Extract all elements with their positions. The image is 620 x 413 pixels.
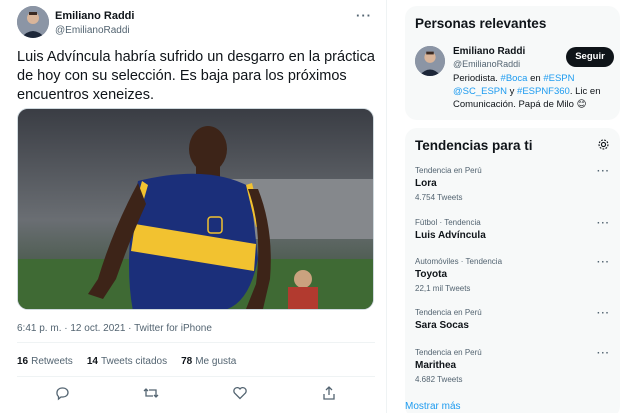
trend-name: Marithea	[415, 360, 457, 371]
quotes-count: 14	[86, 356, 98, 367]
retweets-stat[interactable]: 16 Retweets	[17, 356, 73, 367]
quotes-stat[interactable]: 14 Tweets citados	[87, 356, 167, 367]
reply-icon[interactable]	[54, 385, 70, 401]
bio-text: y	[507, 86, 518, 97]
like-icon[interactable]	[232, 385, 248, 401]
likes-label: Me gusta	[195, 356, 237, 367]
tweet-timestamp[interactable]: 6:41 p. m. · 12 oct. 2021 · Twitter for …	[17, 323, 212, 334]
retweets-label: Retweets	[31, 356, 73, 367]
trend-count: 22,1 mil Tweets	[415, 284, 471, 293]
trends-panel: Tendencias para ti Tendencia en Perú Lor…	[405, 128, 620, 413]
quotes-label: Tweets citados	[100, 356, 168, 367]
author-name[interactable]: Emiliano Raddi	[55, 10, 134, 22]
trend-item[interactable]: Tendencia en Perú Sara Socas ···	[405, 308, 620, 352]
trend-item[interactable]: Automóviles · Tendencia Toyota 22,1 mil …	[405, 257, 620, 301]
trend-item[interactable]: Fútbol · Tendencia Luis Advíncula ···	[405, 218, 620, 262]
trend-name: Sara Socas	[415, 320, 469, 331]
more-horizontal-icon[interactable]: ···	[597, 218, 610, 229]
author-handle[interactable]: @EmilianoRaddi	[55, 25, 130, 36]
person-bio: Periodista. #Boca en #ESPN @SC_ESPN y #E…	[453, 72, 613, 111]
show-more-link[interactable]: Mostrar más	[405, 401, 461, 412]
gear-icon[interactable]	[597, 138, 610, 151]
smile-emoji: 😊	[576, 99, 587, 110]
trends-title: Tendencias para ti	[415, 138, 533, 153]
trend-name: Toyota	[415, 269, 448, 280]
tweet-photo[interactable]	[17, 108, 374, 310]
divider	[17, 376, 375, 377]
trend-count: 4.682 Tweets	[415, 375, 463, 384]
more-horizontal-icon[interactable]: ···	[597, 166, 610, 177]
tweet-header: Emiliano Raddi @EmilianoRaddi ···	[17, 6, 377, 40]
bio-text: en	[527, 73, 544, 84]
trend-context: Fútbol · Tendencia	[415, 218, 481, 227]
divider	[17, 342, 375, 343]
trend-name: Luis Advíncula	[415, 230, 486, 241]
trend-context: Tendencia en Perú	[415, 308, 482, 317]
mention-link[interactable]: @SC_ESPN	[453, 86, 507, 97]
follow-button[interactable]: Seguir	[566, 47, 614, 67]
trend-context: Automóviles · Tendencia	[415, 257, 503, 266]
hashtag-link[interactable]: #ESPN	[543, 73, 574, 84]
retweets-count: 16	[17, 356, 29, 367]
tweet-detail: Emiliano Raddi @EmilianoRaddi ··· Luis A…	[0, 0, 387, 413]
tweet-actions	[17, 385, 375, 401]
person-name[interactable]: Emiliano Raddi	[453, 46, 525, 57]
hashtag-link[interactable]: #Boca	[501, 73, 528, 84]
person-handle[interactable]: @EmilianoRaddi	[453, 59, 520, 69]
trend-context: Tendencia en Perú	[415, 348, 482, 357]
more-horizontal-icon[interactable]: ···	[597, 308, 610, 319]
more-horizontal-icon[interactable]: ···	[597, 257, 610, 268]
right-sidebar: Personas relevantes Emiliano Raddi @Emil…	[395, 0, 620, 413]
trend-item[interactable]: Tendencia en Perú Marithea 4.682 Tweets …	[405, 348, 620, 392]
tweet-text: Luis Advíncula habría sufrido un desgarr…	[17, 49, 375, 103]
bio-text: Periodista.	[453, 73, 501, 84]
trend-name: Lora	[415, 178, 437, 189]
person-avatar[interactable]	[415, 46, 445, 76]
likes-stat[interactable]: 78 Me gusta	[181, 356, 236, 367]
likes-count: 78	[181, 356, 193, 367]
relevant-people-panel: Personas relevantes Emiliano Raddi @Emil…	[405, 6, 620, 120]
retweet-icon[interactable]	[143, 385, 159, 401]
more-horizontal-icon[interactable]: ···	[356, 8, 372, 23]
trend-count: 4.754 Tweets	[415, 193, 463, 202]
relevant-people-title: Personas relevantes	[415, 16, 547, 31]
hashtag-link[interactable]: #ESPNF360	[517, 86, 570, 97]
more-horizontal-icon[interactable]: ···	[597, 348, 610, 359]
author-avatar[interactable]	[17, 6, 49, 38]
share-icon[interactable]	[321, 385, 337, 401]
tweet-stats: 16 Retweets 14 Tweets citados 78 Me gusta	[17, 356, 236, 367]
trend-context: Tendencia en Perú	[415, 166, 482, 175]
trend-item[interactable]: Tendencia en Perú Lora 4.754 Tweets ···	[405, 166, 620, 210]
